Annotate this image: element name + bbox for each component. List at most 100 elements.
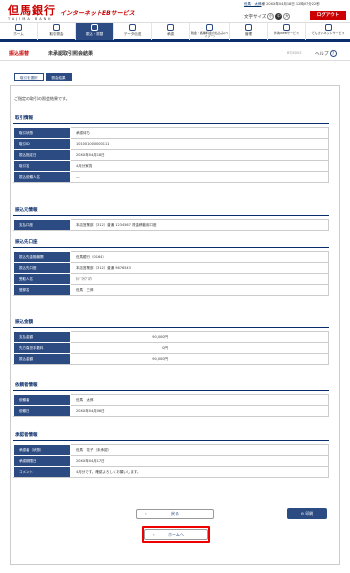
font-size-small-button[interactable]: 小 xyxy=(267,13,275,20)
row-value: 本店営業部（312）普通 1234567 資金移動用口座 xyxy=(70,219,329,231)
table-row: 承認期限日 20XX年04月17日 xyxy=(13,455,329,467)
help-link[interactable]: ヘルプ? xyxy=(315,50,337,58)
row-label: 受取人名 xyxy=(13,273,71,285)
table-row: 支払金額 90,000円 xyxy=(13,331,329,343)
menu-label: 振込・振替 xyxy=(85,32,104,36)
section-title: 承認者情報 xyxy=(13,431,329,441)
table-row: 登録名 但馬 三郎 xyxy=(13,284,329,296)
page-title: 未承認取引照会結果 xyxy=(48,51,94,57)
row-value: 20XX年04月18日 xyxy=(70,149,329,161)
section-title: 依頼者情報 xyxy=(13,381,329,391)
fx-icon xyxy=(283,24,290,31)
table-row: 取引ID 101001000000111 xyxy=(13,138,329,150)
row-label: 振込先金融機関 xyxy=(13,251,71,263)
menu-label: 外為WEBサービス xyxy=(274,31,299,35)
back-button[interactable]: ‹ 戻る xyxy=(136,509,214,519)
section-title: 振込金額 xyxy=(13,318,329,328)
row-value: 但馬 花子（未承認） xyxy=(70,444,329,456)
row-value: 本店営業部（312）普通 9876543 xyxy=(70,262,329,274)
densai-icon xyxy=(324,24,332,31)
step-result: 照会結果 xyxy=(45,73,72,81)
section-title: 取引情報 xyxy=(13,114,329,124)
bank-logo[interactable]: 但馬銀行 TAJIMA BANK xyxy=(8,5,56,21)
menu-item-pay-easy[interactable]: 税金・各種料金の払込み(ペイジー) xyxy=(190,23,230,40)
menu-item-home[interactable]: ホーム xyxy=(0,23,38,40)
row-value: 90,000円 xyxy=(70,331,329,343)
font-size-label: 文字サイズ xyxy=(244,14,267,20)
table-row: 取引名 4月分家賃 xyxy=(13,160,329,172)
menu-item-densai[interactable]: でんさいネットサービス xyxy=(306,23,350,40)
font-size-large-button[interactable]: 大 xyxy=(283,13,291,20)
row-label: 依頼日 xyxy=(13,405,71,417)
approver-table: 承認者（状態） 但馬 花子（未承認） 承認期限日 20XX年04月17日 コメント 4… xyxy=(13,444,329,478)
home-icon xyxy=(15,24,22,31)
data-transfer-icon xyxy=(129,24,136,31)
table-row: 振込先金融機関 但馬銀行（0164） xyxy=(13,251,329,263)
logout-button[interactable]: ログアウト xyxy=(310,11,346,20)
table-row: 振込金額 90,000円 xyxy=(13,353,329,365)
transaction-section: 取引情報 取引状態 承認待ち 取引ID 101001000000111 振込指定日 2… xyxy=(13,114,329,183)
table-row: 承認者（状態） 但馬 花子（未承認） xyxy=(13,444,329,456)
approver-section: 承認者情報 承認者（状態） 但馬 花子（未承認） 承認期限日 20XX年04月17日… xyxy=(13,431,329,478)
row-label: 振込指定日 xyxy=(13,149,71,161)
table-row: 支払口座 本店営業部（312）普通 1234567 資金移動用口座 xyxy=(13,219,329,231)
chevron-left-icon: ‹ xyxy=(145,511,147,516)
row-label: 振込金額 xyxy=(13,353,71,365)
menu-item-admin[interactable]: 管理 xyxy=(230,23,268,40)
print-button[interactable]: ⊖ 印刷 xyxy=(287,508,327,519)
table-row: 依頼者 但馬 太郎 xyxy=(13,394,329,406)
destination-table: 振込先金融機関 但馬銀行（0164） 振込先口座 本店営業部（312）普通 9876… xyxy=(13,251,329,296)
row-label: 依頼者 xyxy=(13,394,71,406)
logo-subtext: TAJIMA BANK xyxy=(8,17,53,21)
page-title-bar: 振込振替 未承認取引照会結果 BTJS003 ヘルプ? xyxy=(0,45,350,61)
table-row: 依頼日 20XX年04月06日 xyxy=(13,405,329,417)
menu-item-transfer[interactable]: 振込・振替 xyxy=(76,23,114,40)
row-value: 但馬銀行（0164） xyxy=(70,251,329,263)
menu-label: でんさいネットサービス xyxy=(311,31,345,35)
help-label: ヘルプ xyxy=(315,52,329,57)
row-value: 但馬 三郎 xyxy=(70,284,329,296)
font-size-medium-button[interactable]: 中 xyxy=(275,13,283,20)
amount-table: 支払金額 90,000円 先方負担手数料 0円 振込金額 90,000円 xyxy=(13,331,329,365)
step-indicator: 取引を選択 照会結果 xyxy=(14,73,74,81)
approval-icon xyxy=(167,24,174,31)
menu-item-inquiry[interactable]: 取引照会 xyxy=(38,23,76,40)
logo-text: 但馬銀行 xyxy=(8,4,56,17)
row-label: 振込依頼人名 xyxy=(13,171,71,183)
table-row: 振込指定日 20XX年04月18日 xyxy=(13,149,329,161)
print-button-label: 印刷 xyxy=(305,511,314,516)
menu-label: データ伝送 xyxy=(123,32,142,36)
row-value: 20XX年04月06日 xyxy=(70,405,329,417)
section-title: 振込元情報 xyxy=(13,206,329,216)
font-size-control: 文字サイズ 小 中 大 xyxy=(244,13,291,20)
user-name-link[interactable]: 但馬 太郎 xyxy=(244,2,262,6)
destination-section: 振込先口座 振込先金融機関 但馬銀行（0164） 振込先口座 本店営業部（312）普… xyxy=(13,238,329,296)
row-value: ﾀｼﾞﾏｻﾌﾞﾛｳ xyxy=(70,273,329,285)
row-label: コメント xyxy=(13,466,71,478)
menu-item-data-transfer[interactable]: データ伝送 xyxy=(114,23,152,40)
printer-icon: ⊖ xyxy=(300,511,305,516)
row-value: 承認待ち xyxy=(70,127,329,139)
row-value: 101001000000111 xyxy=(70,138,329,150)
row-label: 承認者（状態） xyxy=(13,444,71,456)
table-row: 振込先口座 本店営業部（312）普通 9876543 xyxy=(13,262,329,274)
row-label: 取引名 xyxy=(13,160,71,172)
home-button[interactable]: ‹ ホームへ xyxy=(144,529,208,540)
page-section: 振込振替 xyxy=(9,51,30,57)
row-value: 但馬 太郎 xyxy=(70,394,329,406)
menu-item-approval[interactable]: 承認 xyxy=(152,23,190,40)
table-row: 先方負担手数料 0円 xyxy=(13,342,329,354)
menu-label: 承認 xyxy=(167,32,174,36)
back-button-label: 戻る xyxy=(171,511,179,516)
transfer-icon xyxy=(91,24,98,31)
row-label: 支払口座 xyxy=(13,219,71,231)
table-row: 取引状態 承認待ち xyxy=(13,127,329,139)
requester-section: 依頼者情報 依頼者 但馬 太郎 依頼日 20XX年04月06日 xyxy=(13,381,329,417)
source-table: 支払口座 本店営業部（312）普通 1234567 資金移動用口座 xyxy=(13,219,329,231)
table-row: 受取人名 ﾀｼﾞﾏｻﾌﾞﾛｳ xyxy=(13,273,329,285)
row-value: 20XX年04月17日 xyxy=(70,455,329,467)
row-value: 90,000円 xyxy=(70,353,329,365)
menu-item-fx[interactable]: 外為WEBサービス xyxy=(268,23,306,40)
menu-label: 税金・各種料金の払込み(ペイジー) xyxy=(190,31,229,39)
amount-section: 振込金額 支払金額 90,000円 先方負担手数料 0円 振込金額 90,000円 xyxy=(13,318,329,365)
